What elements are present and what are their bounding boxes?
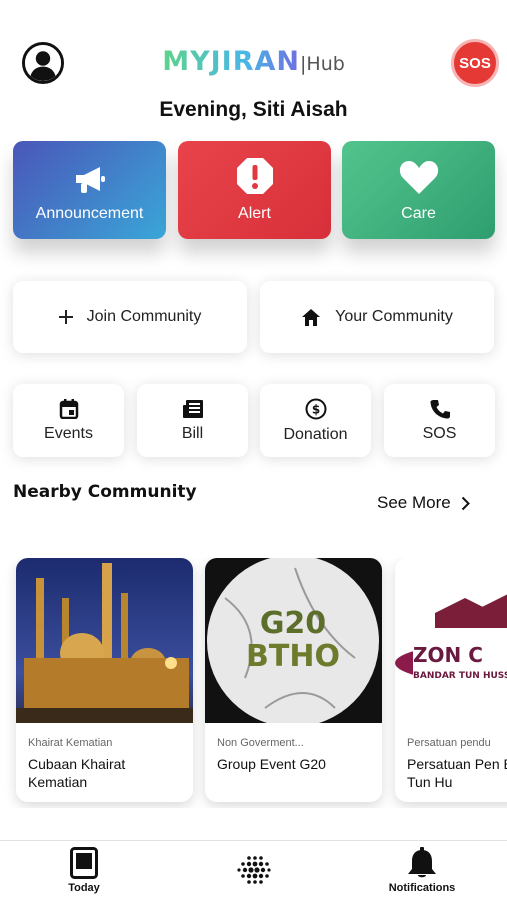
chevron-right-icon [461, 496, 470, 510]
join-community-button[interactable]: Join Community [13, 281, 247, 353]
alert-label: Alert [238, 205, 271, 222]
care-label: Care [401, 205, 436, 222]
events-label: Events [44, 424, 93, 442]
megaphone-icon [75, 167, 105, 193]
dot-grid-icon [237, 856, 271, 884]
receipt-icon [182, 399, 203, 418]
sos-button[interactable]: SOS [451, 39, 499, 87]
svg-text:BTHO: BTHO [246, 639, 340, 674]
tab-today[interactable]: Today [62, 847, 106, 894]
community-name: Group Event G20 [217, 756, 326, 772]
service-shortcuts: Events Bill $ Donation SOS [13, 384, 495, 457]
community-name: Cubaan Khairat Kematian [28, 756, 126, 790]
your-community-label: Your Community [335, 308, 453, 325]
community-name: Persatuan Pen Bandar Tun Hu [407, 756, 507, 790]
tab-notifications-label: Notifications [388, 882, 456, 894]
heart-icon [399, 161, 438, 194]
community-actions: Join Community Your Community [13, 281, 495, 353]
sos-call-button[interactable]: SOS [384, 384, 495, 457]
svg-text:$: $ [311, 402, 319, 416]
bell-icon [408, 847, 436, 878]
svg-text:G20: G20 [260, 606, 326, 641]
g20-logo-image: G20 BTHO [205, 558, 382, 723]
app-header: MYJIRAN|Hub SOS [0, 38, 507, 88]
events-button[interactable]: Events [13, 384, 124, 457]
phone-icon [430, 399, 450, 418]
bill-button[interactable]: Bill [137, 384, 248, 457]
logo-sub: |Hub [300, 53, 345, 75]
plus-icon [58, 310, 73, 324]
see-more-label: See More [377, 493, 451, 512]
announcement-label: Announcement [35, 205, 144, 222]
community-category: Khairat Kematian [28, 737, 113, 749]
quick-action-tiles: Announcement Alert Care [13, 141, 495, 239]
mosque-image [16, 558, 193, 723]
your-community-button[interactable]: Your Community [260, 281, 494, 353]
tab-home[interactable] [235, 855, 275, 892]
community-card[interactable]: ZON C BANDAR TUN HUSS Persatuan pendu Pe… [395, 558, 507, 802]
community-card[interactable]: G20 BTHO Non Goverment... Group Event G2… [205, 558, 382, 802]
announcement-tile[interactable]: Announcement [13, 141, 166, 239]
alert-octagon-icon [236, 158, 273, 194]
nearby-community-carousel: Khairat Kematian Cubaan Khairat Kematian… [0, 558, 507, 808]
tab-notifications[interactable]: Notifications [380, 847, 464, 894]
logo-brand: MYJIRAN [162, 46, 300, 77]
see-more-link[interactable]: See More [377, 493, 470, 513]
donation-button[interactable]: $ Donation [260, 384, 371, 457]
tab-today-label: Today [68, 882, 100, 894]
bottom-tab-bar: Today Notifications [0, 840, 507, 900]
join-community-label: Join Community [86, 308, 202, 325]
svg-text:ZON C: ZON C [413, 643, 483, 667]
app-logo: MYJIRAN|Hub [0, 46, 507, 77]
sos-call-label: SOS [422, 424, 457, 442]
bill-label: Bill [181, 424, 204, 442]
care-tile[interactable]: Care [342, 141, 495, 239]
greeting-text: Evening, Siti Aisah [159, 98, 348, 121]
calendar-icon [59, 398, 78, 419]
nearby-community-title: Nearby Community [13, 482, 197, 502]
community-category: Persatuan pendu [407, 737, 491, 749]
dollar-coin-icon: $ [305, 398, 326, 419]
home-icon [301, 308, 321, 327]
svg-text:BANDAR TUN HUSS: BANDAR TUN HUSS [413, 671, 507, 681]
zone-logo-image: ZON C BANDAR TUN HUSS [395, 558, 507, 723]
donation-label: Donation [283, 425, 348, 443]
community-category: Non Goverment... [217, 737, 304, 749]
today-icon [70, 847, 98, 879]
alert-tile[interactable]: Alert [178, 141, 331, 239]
community-card[interactable]: Khairat Kematian Cubaan Khairat Kematian [16, 558, 193, 802]
